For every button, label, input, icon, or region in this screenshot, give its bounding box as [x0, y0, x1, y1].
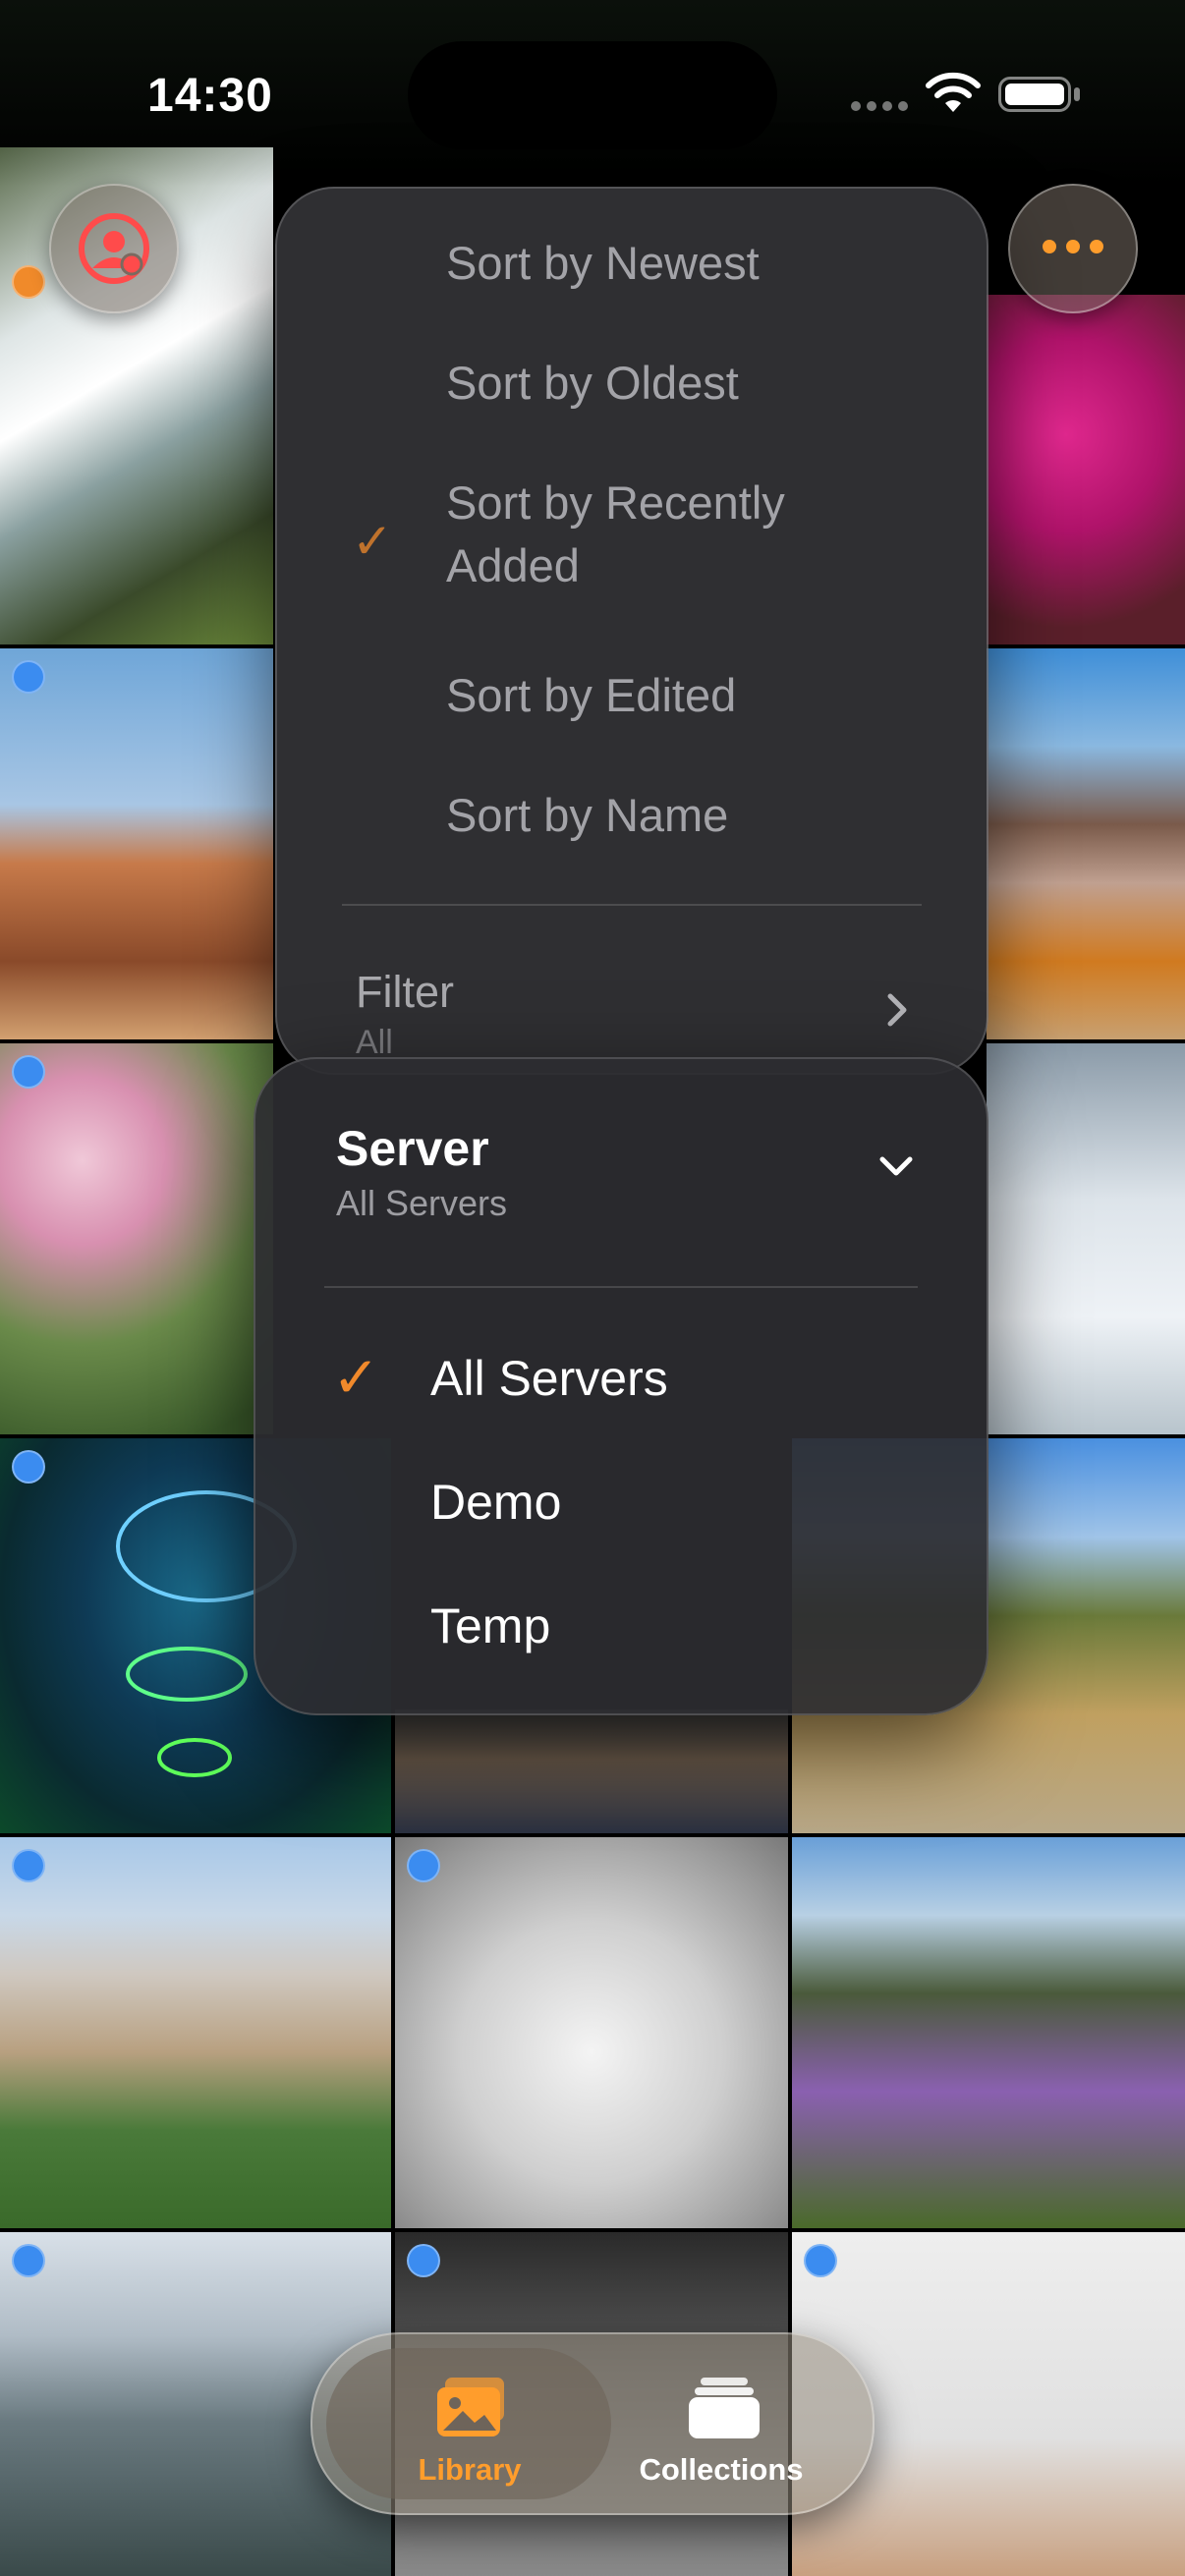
tab-collections[interactable]: Collections — [593, 2334, 849, 2513]
photo-thumbnail[interactable] — [987, 295, 1185, 644]
menu-divider — [342, 904, 922, 906]
checkmark-icon: ✓ — [352, 514, 393, 569]
server-option-temp[interactable]: Temp — [430, 1597, 550, 1654]
album-stack-icon — [689, 2378, 760, 2438]
photo-thumbnail[interactable] — [395, 1709, 788, 1833]
cellular-signal-icon — [851, 98, 914, 116]
filter-label: Filter — [356, 967, 454, 1017]
chevron-down-icon — [879, 1156, 913, 1176]
tab-library-label: Library — [418, 2452, 522, 2487]
sort-option-name[interactable]: Sort by Name — [446, 784, 728, 847]
more-options-button[interactable] — [1008, 184, 1138, 313]
menu-divider — [324, 1286, 918, 1288]
ellipsis-icon — [1038, 239, 1108, 258]
server-menu: Server All Servers ✓ All Servers Demo Te… — [254, 1057, 988, 1715]
chevron-right-icon — [887, 993, 907, 1027]
sort-option-newest[interactable]: Sort by Newest — [446, 232, 760, 295]
person-circle-icon — [79, 213, 149, 284]
photo-thumbnail[interactable] — [792, 1837, 1185, 2228]
photo-stack-icon — [437, 2378, 504, 2436]
profile-button[interactable] — [49, 184, 179, 313]
battery-icon — [998, 77, 1071, 112]
battery-cap — [1074, 87, 1080, 101]
status-bar: 14:30 — [0, 0, 1185, 187]
server-title: Server — [336, 1121, 489, 1176]
dynamic-island — [408, 41, 777, 149]
sort-option-edited[interactable]: Sort by Edited — [446, 664, 736, 727]
sort-menu: Sort by Newest Sort by Oldest ✓ Sort by … — [275, 187, 988, 1075]
wifi-icon — [926, 72, 981, 112]
tab-collections-label: Collections — [639, 2452, 804, 2487]
photo-thumbnail[interactable] — [987, 648, 1185, 1039]
server-current-value: All Servers — [336, 1183, 508, 1223]
sort-option-recently-added[interactable]: Sort by Recently Added — [446, 472, 898, 597]
sort-option-oldest[interactable]: Sort by Oldest — [446, 352, 739, 415]
tab-library[interactable]: Library — [342, 2334, 597, 2513]
photo-thumbnail[interactable] — [0, 1837, 391, 2228]
photo-thumbnail[interactable] — [395, 1837, 788, 2228]
status-time: 14:30 — [147, 70, 273, 122]
server-option-demo[interactable]: Demo — [430, 1474, 561, 1531]
photo-thumbnail[interactable] — [0, 648, 273, 1039]
tab-bar: Library Collections — [310, 2332, 875, 2515]
photo-thumbnail[interactable] — [0, 1043, 273, 1434]
checkmark-icon: ✓ — [332, 1346, 380, 1410]
photo-thumbnail[interactable] — [987, 1043, 1185, 1434]
server-option-all-servers[interactable]: All Servers — [430, 1350, 668, 1407]
